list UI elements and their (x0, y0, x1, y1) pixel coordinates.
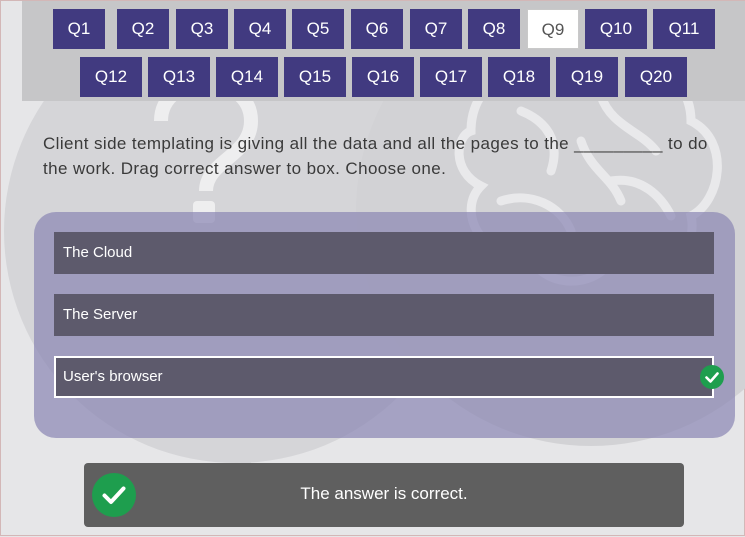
question-text: Client side templating is giving all the… (43, 134, 708, 178)
answer-option-the-server[interactable]: The Server (54, 294, 714, 336)
question-button-q15[interactable]: Q15 (284, 57, 346, 97)
question-button-q1[interactable]: Q1 (53, 9, 105, 49)
question-button-q8[interactable]: Q8 (468, 9, 520, 49)
question-button-q13[interactable]: Q13 (148, 57, 210, 97)
question-button-q5[interactable]: Q5 (292, 9, 344, 49)
correct-check-icon (700, 365, 724, 389)
feedback-banner: The answer is correct. (84, 463, 684, 527)
question-button-q19[interactable]: Q19 (556, 57, 618, 97)
question-button-q2[interactable]: Q2 (117, 9, 169, 49)
question-button-q20[interactable]: Q20 (625, 57, 687, 97)
feedback-message: The answer is correct. (300, 484, 468, 503)
question-button-q16[interactable]: Q16 (352, 57, 414, 97)
question-button-q6[interactable]: Q6 (351, 9, 403, 49)
question-button-q4[interactable]: Q4 (234, 9, 286, 49)
question-navigation: Q1 Q2 Q3 Q4 Q5 Q6 Q7 Q8 Q9 Q10 Q11 Q12 Q… (22, 1, 745, 101)
question-button-q9[interactable]: Q9 (527, 9, 579, 49)
question-button-q18[interactable]: Q18 (488, 57, 550, 97)
answer-option-the-cloud[interactable]: The Cloud (54, 232, 714, 274)
answer-option-label: User's browser (63, 368, 163, 385)
question-button-q7[interactable]: Q7 (410, 9, 462, 49)
question-button-q3[interactable]: Q3 (176, 9, 228, 49)
question-button-q17[interactable]: Q17 (420, 57, 482, 97)
question-button-q10[interactable]: Q10 (585, 9, 647, 49)
question-button-q11[interactable]: Q11 (653, 9, 715, 49)
answer-drop-panel[interactable]: The Cloud The Server User's browser (34, 212, 735, 438)
question-button-q12[interactable]: Q12 (80, 57, 142, 97)
answer-option-users-browser[interactable]: User's browser (54, 356, 724, 398)
question-button-q14[interactable]: Q14 (216, 57, 278, 97)
